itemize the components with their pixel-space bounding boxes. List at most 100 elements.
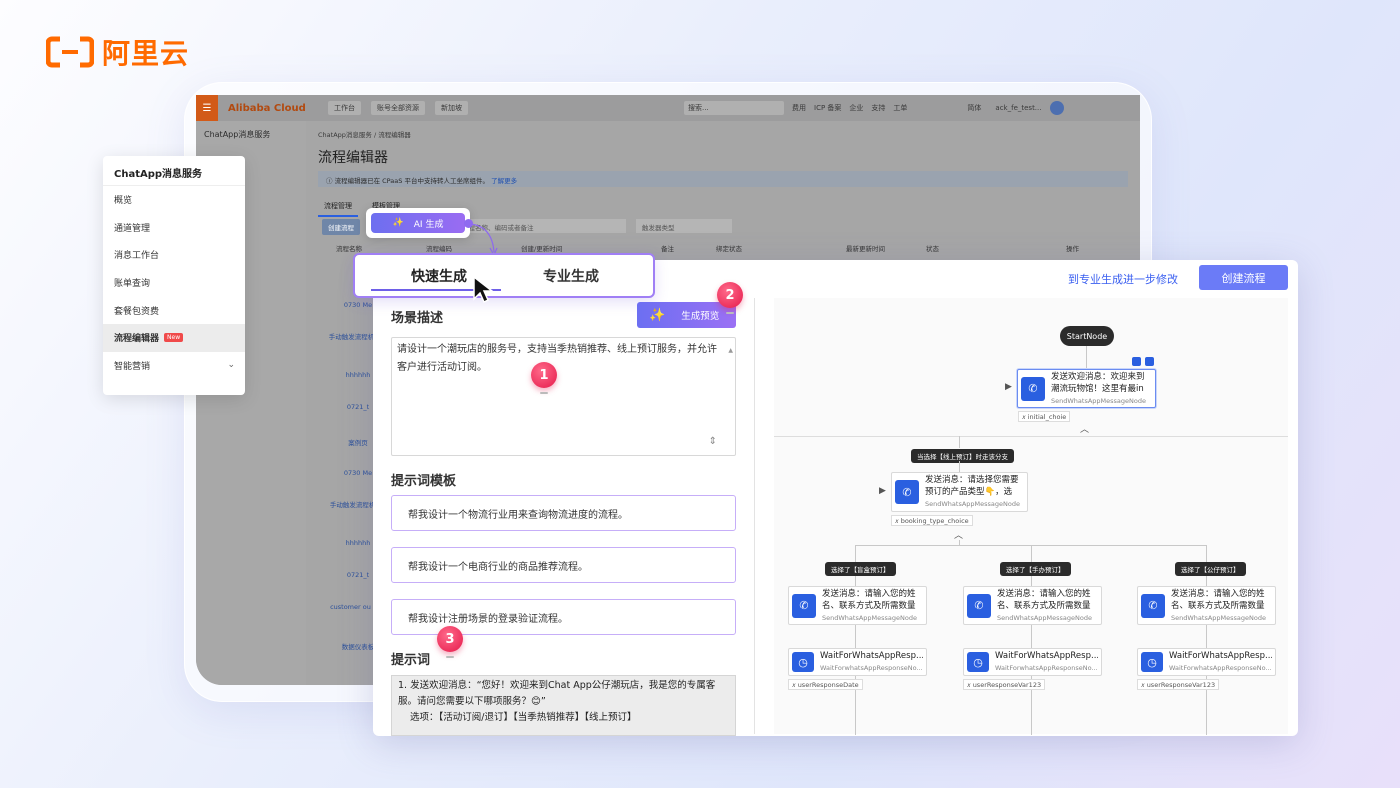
column-divider (754, 298, 755, 734)
branch-label: 选择了【盲盒预订】 (825, 562, 896, 576)
create-flow-button[interactable]: 创建流程 (1199, 265, 1288, 290)
col-remark: 备注 (661, 245, 674, 253)
marker-label: 2 (717, 282, 743, 308)
node-title: 发送消息：请输入您的姓名、联系方式及所需数量💌 (822, 588, 916, 611)
prompt-textarea[interactable]: 1. 发送欢迎消息：“您好！欢迎来到Chat App公仔潮玩店，我是您的专属客服… (391, 675, 736, 736)
service-sidemenu: ChatApp消息服务 概览 通道管理 消息工作台 账单查询 套餐包资费 流程编… (103, 156, 245, 395)
tab-flow-manage[interactable]: 流程管理 (318, 197, 358, 217)
avatar[interactable] (1049, 101, 1064, 115)
sidemenu-item-flow-editor[interactable]: 流程编辑器 New (103, 323, 245, 352)
sidemenu-item-workbench[interactable]: 消息工作台 (103, 241, 245, 269)
node-title: WaitForWhatsAppResp... (1169, 651, 1272, 661)
prompt-line-1: 1. 发送欢迎消息：“您好！欢迎来到Chat App公仔潮玩店，我是您的专属客服… (398, 680, 716, 707)
goto-pro-link[interactable]: 到专业生成进一步修改 (1068, 271, 1178, 287)
node-title: 发送消息：请输入您的姓名、联系方式及所需数量💌 (997, 588, 1091, 611)
ai-generate-label: AI 生成 (413, 219, 444, 230)
marker-3: 3 (437, 626, 463, 658)
topbar-enterprise[interactable]: 企业 (849, 103, 863, 113)
branch-label: 选择了【公仔预订】 (1175, 562, 1246, 576)
topbar-icp[interactable]: ICP 备案 (814, 103, 841, 113)
info-notice: ⓘ 流程编辑器已在 CPaaS 平台中支持转人工坐席组件。 了解更多 (318, 171, 1128, 187)
wait-response-node[interactable]: ◷ WaitForWhatsAppResp... WaitForwhatsAppR… (1137, 648, 1276, 676)
sidemenu-item-marketing[interactable]: 智能营销 ⌄ (103, 352, 245, 380)
copy-icon[interactable] (1132, 357, 1141, 366)
sidemenu-title: ChatApp消息服务 (103, 156, 245, 186)
aliyun-logo-icon (46, 36, 94, 68)
topbar-user[interactable]: ack_fe_test... (995, 104, 1041, 112)
console-brand: Alibaba Cloud (228, 102, 306, 114)
col-updated: 最新更新时间 (846, 245, 885, 253)
tab-quick-generate[interactable]: 快速生成 (411, 266, 467, 286)
magic-wand-icon: ✨ (649, 307, 666, 323)
delete-icon[interactable] (1145, 357, 1154, 366)
whatsapp-icon: ✆ (1141, 593, 1165, 618)
console-search-input[interactable]: 搜索... (684, 101, 784, 115)
sidemenu-item-package[interactable]: 套餐包资费 (103, 296, 245, 324)
ai-generate-button[interactable]: ✨ AI 生成 (371, 213, 465, 233)
console-topbar: ☰ Alibaba Cloud 工作台 账号全部资源 新加坡 搜索... 费用 … (196, 95, 1140, 121)
input-info-node[interactable]: ✆ 发送消息：请输入您的姓名、联系方式及所需数量💌 SendWhatsAppMes… (963, 586, 1102, 625)
node-title: 发送消息：请选择您需要预订的产品类型👇，选项：... (925, 475, 1019, 497)
sidemenu-item-label: 套餐包资费 (114, 306, 160, 317)
expand-left-icon[interactable]: ▶ (1005, 382, 1012, 392)
collapse-icon[interactable]: ︿ (1080, 422, 1089, 435)
console-create-button[interactable]: 创建流程 (322, 219, 360, 235)
branch-label: 当选择【线上预订】时走该分支 (911, 449, 1014, 463)
sidemenu-item-overview[interactable]: 概览 (103, 186, 245, 214)
node-subtitle: SendWhatsAppMessageNode (1051, 396, 1146, 405)
prompt-title: 提示词 (391, 653, 431, 668)
topbar-lang[interactable]: 简体 (967, 103, 981, 113)
page-title: 流程编辑器 (318, 150, 388, 166)
new-badge: New (164, 333, 184, 343)
marker-1: 1 (531, 362, 557, 394)
input-info-node[interactable]: ✆ 发送消息：请输入您的姓名、联系方式及所需数量💌 SendWhatsAppMes… (788, 586, 927, 625)
sidemenu-item-label: 账单查询 (114, 279, 151, 290)
scene-textarea[interactable]: 请设计一个潮玩店的服务号，支持当季热销推荐、线上预订服务，并允许客户进行活动订阅… (391, 337, 736, 456)
menu-icon[interactable]: ☰ (196, 95, 218, 121)
node-subtitle: WaitForwhatsAppResponseNo... (820, 664, 923, 672)
wait-response-node[interactable]: ◷ WaitForWhatsAppResp... WaitForwhatsAppR… (788, 648, 927, 676)
sidemenu-item-label: 智能营销 (114, 361, 151, 372)
topbar-region[interactable]: 新加坡 (435, 101, 468, 115)
generate-preview-label: 生成预览 (681, 311, 720, 322)
aliyun-logo: 阿里云 (46, 32, 189, 72)
logo-text: 阿里云 (102, 37, 190, 70)
notice-text: 流程编辑器已在 CPaaS 平台中支持转人工坐席组件。 (334, 177, 489, 185)
welcome-message-node[interactable]: ✆ 发送欢迎消息：欢迎来到潮流玩物馆！这里有最in的... SendWhatsAp… (1017, 369, 1156, 408)
sidemenu-item-channel[interactable]: 通道管理 (103, 214, 245, 242)
magic-wand-icon: ✨ (392, 218, 404, 228)
resize-icon[interactable]: ⇕ (709, 433, 717, 451)
sidemenu-item-billing[interactable]: 账单查询 (103, 269, 245, 297)
topbar-support[interactable]: 支持 (871, 103, 885, 113)
breadcrumb: ChatApp消息服务 / 流程编辑器 (318, 131, 411, 139)
scrollbar[interactable]: ▲ (728, 342, 733, 360)
sidemenu-item-label: 消息工作台 (114, 251, 160, 262)
expand-left-icon[interactable]: ▶ (879, 486, 886, 496)
tab-pro-generate[interactable]: 专业生成 (543, 266, 599, 286)
col-name: 流程名称 (336, 245, 362, 253)
marker-label: 1 (531, 362, 557, 388)
clock-icon: ◷ (1141, 652, 1163, 672)
branch-label: 选择了【手办预订】 (1000, 562, 1071, 576)
wait-response-node[interactable]: ◷ WaitForWhatsAppResp... WaitForwhatsAppR… (963, 648, 1102, 676)
topbar-fee[interactable]: 费用 (792, 103, 806, 113)
col-status: 状态 (926, 245, 939, 253)
node-subtitle: SendWhatsAppMessageNode (925, 500, 1020, 508)
input-info-node[interactable]: ✆ 发送消息：请输入您的姓名、联系方式及所需数量💌 SendWhatsAppMes… (1137, 586, 1276, 625)
node-title: WaitForWhatsAppResp... (995, 651, 1098, 661)
template-title: 提示词模板 (391, 474, 457, 489)
booking-type-node[interactable]: ✆ 发送消息：请选择您需要预订的产品类型👇，选项：... SendWhatsApp… (891, 472, 1028, 512)
clock-icon: ◷ (792, 652, 814, 672)
notice-link[interactable]: 了解更多 (491, 177, 517, 185)
trigger-type-select[interactable]: 触发器类型 (636, 219, 732, 233)
node-title: 发送欢迎消息：欢迎来到潮流玩物馆！这里有最in的... (1051, 371, 1145, 394)
start-node[interactable]: StartNode (1060, 326, 1114, 346)
topbar-resources[interactable]: 账号全部资源 (371, 101, 425, 115)
topbar-workbench[interactable]: 工作台 (328, 101, 361, 115)
node-title: WaitForWhatsAppResp... (820, 651, 923, 661)
canvas-divider (774, 436, 1288, 437)
whatsapp-icon: ✆ (792, 593, 816, 618)
topbar-ticket[interactable]: 工单 (893, 103, 907, 113)
template-item-logistics[interactable]: 帮我设计一个物流行业用来查询物流进度的流程。 (391, 495, 736, 531)
template-item-ecommerce[interactable]: 帮我设计一个电商行业的商品推荐流程。 (391, 547, 736, 583)
